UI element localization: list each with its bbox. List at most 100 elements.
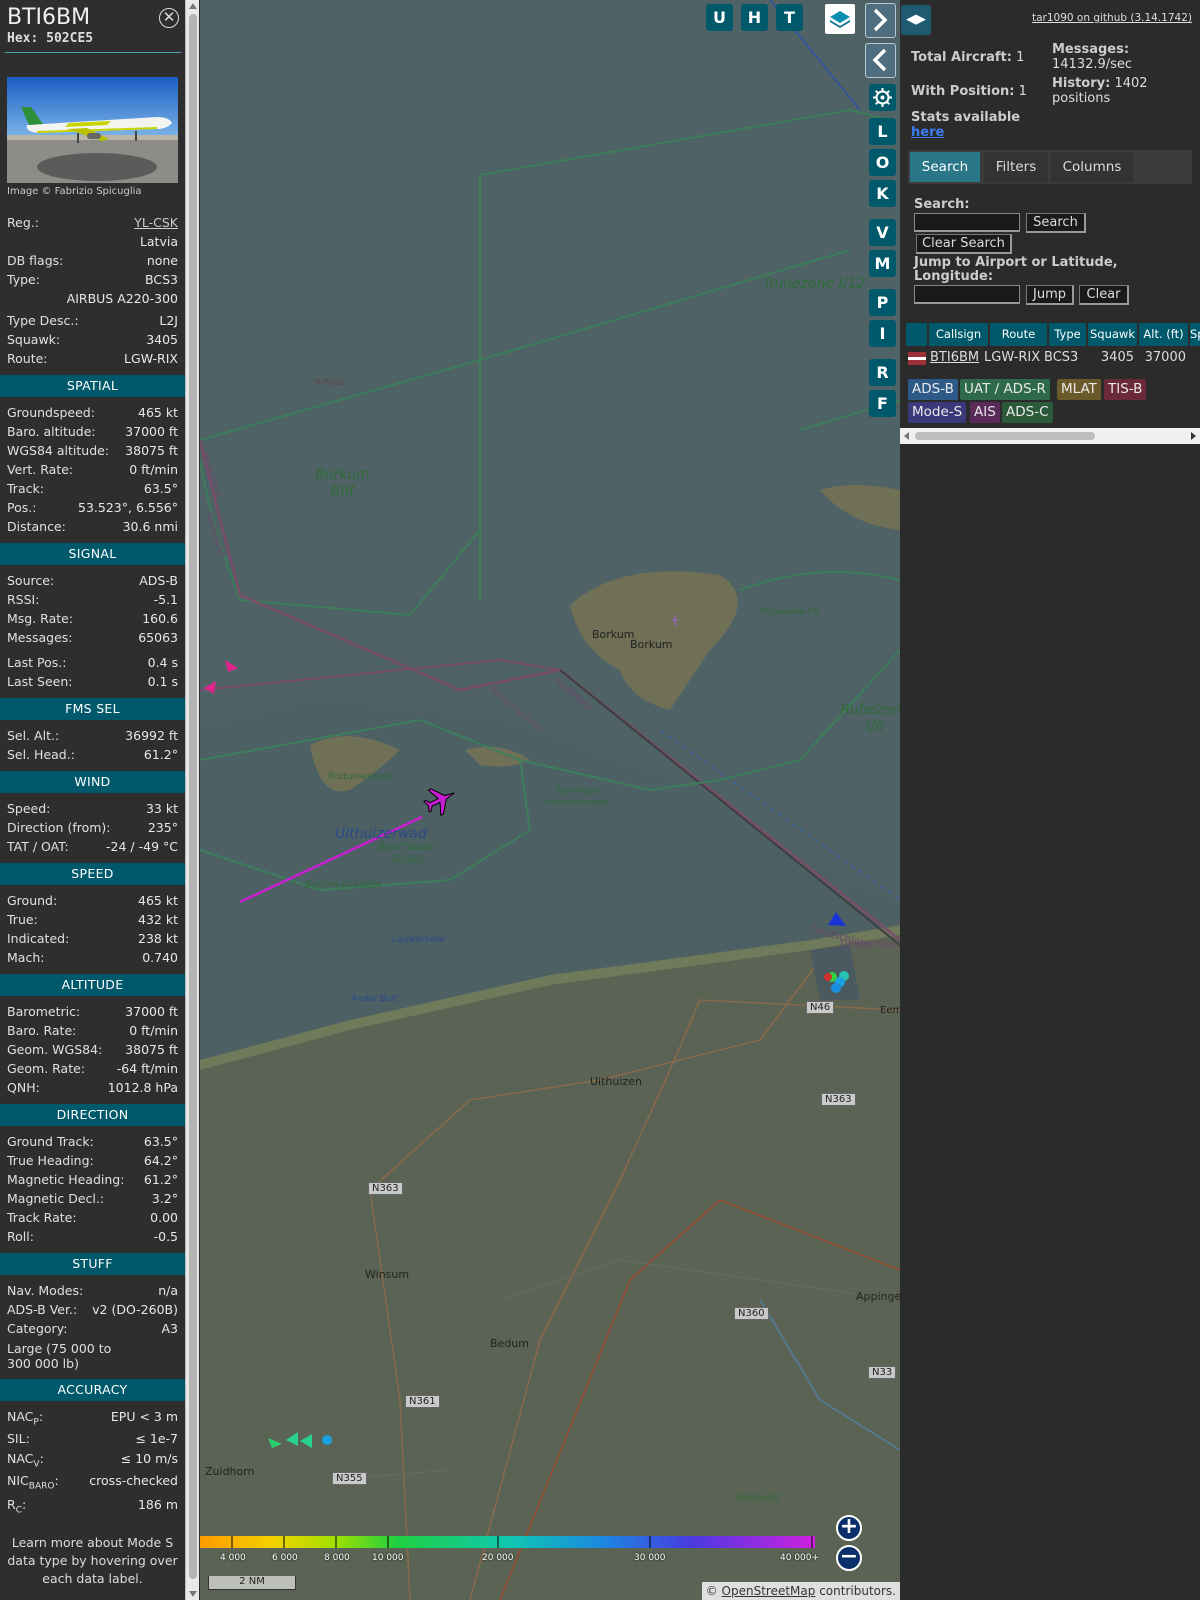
scroll-left-icon[interactable] — [904, 432, 909, 440]
scroll-up-icon[interactable] — [189, 3, 197, 9]
row-route: LGW-RIX — [984, 350, 1041, 365]
scroll-down-icon[interactable] — [189, 1591, 197, 1597]
close-icon[interactable]: ✕ — [159, 8, 179, 28]
clear-button[interactable]: Clear — [1079, 285, 1129, 305]
last-pos-row: Last Pos.: 0.4 s — [7, 655, 178, 670]
section-stuff: STUFF — [0, 1253, 185, 1275]
chevron-right-icon — [873, 8, 888, 32]
collapse-panel-button[interactable] — [865, 3, 896, 38]
road-shield: N361 — [405, 1395, 440, 1408]
badge-adsb: ADS-B — [908, 379, 958, 400]
route-row: Route: LGW-RIX — [7, 351, 178, 366]
search-button[interactable]: Search — [1026, 213, 1086, 233]
ground-track-row: Ground Track: 63.5° — [7, 1134, 178, 1149]
badge-adsc: ADS-C — [1002, 402, 1053, 423]
toggle-o-button[interactable]: O — [869, 149, 896, 176]
map-label-boschwad: Boschwad-Schild — [377, 840, 437, 866]
map-label-riffgat: Riffgat — [315, 378, 345, 388]
search-input[interactable] — [914, 213, 1020, 232]
arrows-left-right-icon: ◀▶ — [906, 12, 926, 27]
road-shield: N363 — [821, 1093, 856, 1106]
layers-button[interactable] — [825, 4, 855, 34]
colorbar-tick: 4 000 — [220, 1553, 246, 1563]
map-label-rottumerplaat: Rottumerplaat — [328, 772, 394, 782]
roll-row: Roll: -0.5 — [7, 1229, 178, 1244]
wind-direction-row: Direction (from): 235° — [7, 820, 178, 835]
scroll-right-icon[interactable] — [1191, 432, 1196, 440]
toggle-l-button[interactable]: L — [869, 118, 896, 145]
baro-rate-row: Baro. Rate: 0 ft/min — [7, 1023, 178, 1038]
wind-speed-row: Speed: 33 kt — [7, 801, 178, 816]
jump-label: Jump to Airport or Latitude, Longitude: — [914, 255, 1118, 284]
tab-columns[interactable]: Columns — [1051, 152, 1133, 182]
tab-search[interactable]: Search — [910, 152, 980, 182]
toggle-sidebar-button[interactable]: ◀▶ — [901, 5, 931, 35]
row-callsign[interactable]: BTI6BM — [930, 347, 979, 368]
toggle-h-button[interactable]: H — [741, 4, 768, 31]
map-label-winsum: Winsum — [365, 1268, 410, 1281]
table-horizontal-scrollbar[interactable] — [900, 428, 1200, 444]
toggle-k-button[interactable]: K — [869, 180, 896, 207]
qnh-row: QNH: 1012.8 hPa — [7, 1080, 178, 1095]
hex-value: 502CE5 — [46, 31, 94, 46]
colorbar-tick: 40 000+ — [780, 1553, 820, 1563]
nav-modes-row: Nav. Modes: n/a — [7, 1283, 178, 1298]
rc-row: RC: 186 m — [7, 1497, 178, 1516]
altitude-color-bar — [200, 1536, 815, 1548]
toggle-m-button[interactable]: M — [869, 250, 896, 277]
nacp-row: NACP: EPU < 3 m — [7, 1409, 178, 1428]
with-position: With Position: 1 — [911, 84, 1027, 99]
toggle-r-button[interactable]: R — [869, 359, 896, 386]
zoom-out-button[interactable]: − — [836, 1545, 862, 1571]
scrollbar-thumb[interactable] — [915, 432, 1095, 440]
toggle-p-button[interactable]: P — [869, 289, 896, 316]
github-link[interactable]: tar1090 on github (3.14.1742) — [1032, 12, 1192, 24]
ground-speed-row: Ground: 465 kt — [7, 893, 178, 908]
aircraft-photo[interactable] — [7, 77, 178, 183]
toggle-v-button[interactable]: V — [869, 219, 896, 246]
map-label-ruhezone-i6-small: Ruhezone I/6 — [760, 607, 820, 617]
toggle-f-button[interactable]: F — [869, 390, 896, 417]
toggle-u-button[interactable]: U — [706, 4, 733, 31]
map-label-sparregat: Sparregat Horsbornzand — [545, 786, 609, 808]
column-route[interactable]: Route — [990, 323, 1048, 346]
toggle-t-button[interactable]: T — [776, 4, 803, 31]
map-label-lauwerswal: Lauwerswal — [392, 935, 445, 945]
column-altitude[interactable]: Alt. (ft) — [1139, 323, 1189, 346]
column-flag[interactable] — [906, 323, 928, 346]
position-row: Pos.: 53.523°, 6.556° — [7, 500, 178, 515]
column-type[interactable]: Type — [1049, 323, 1087, 346]
map-label-appinge: Appinge — [856, 1290, 900, 1303]
toggle-i-button[interactable]: I — [869, 320, 896, 347]
info-panel-scrollbar[interactable] — [185, 0, 199, 1600]
zoom-in-button[interactable]: + — [836, 1515, 862, 1541]
clear-search-button[interactable]: Clear Search — [916, 234, 1012, 254]
scrollbar-thumb[interactable] — [189, 14, 197, 1579]
section-direction: DIRECTION — [0, 1104, 185, 1126]
hex-code: Hex: 502CE5 — [7, 31, 93, 46]
colorbar-tick: 30 000 — [634, 1553, 666, 1563]
stats-link[interactable]: here — [911, 125, 944, 140]
track-row: Track: 63.5° — [7, 481, 178, 496]
registration-link[interactable]: YL-CSK — [134, 213, 178, 232]
column-speed[interactable]: Sp — [1190, 323, 1200, 346]
colorbar-tick: 20 000 — [482, 1553, 514, 1563]
jump-input[interactable] — [914, 285, 1020, 304]
road-shield: N46 — [806, 1001, 835, 1014]
section-spatial: SPATIAL — [0, 375, 185, 397]
badge-uat-adsr: UAT / ADS-R — [960, 379, 1050, 400]
map-view[interactable]: Ruhezone I/12 Riffgat Borkum Riff Nederl… — [200, 0, 900, 1600]
messages-row: Messages: 65063 — [7, 630, 178, 645]
badge-mlat: MLAT — [1057, 379, 1101, 400]
jump-button[interactable]: Jump — [1026, 285, 1074, 305]
badge-ais: AIS — [970, 402, 1000, 423]
road-shield: N355 — [332, 1472, 367, 1485]
row-squawk: 3405 — [1100, 350, 1134, 365]
gear-icon — [873, 88, 892, 107]
settings-button[interactable] — [869, 84, 896, 111]
column-callsign[interactable]: Callsign — [929, 323, 989, 346]
osm-link[interactable]: OpenStreetMap — [722, 1584, 816, 1598]
tab-filters[interactable]: Filters — [984, 152, 1048, 182]
expand-panel-button[interactable] — [865, 43, 896, 78]
column-squawk[interactable]: Squawk — [1088, 323, 1138, 346]
